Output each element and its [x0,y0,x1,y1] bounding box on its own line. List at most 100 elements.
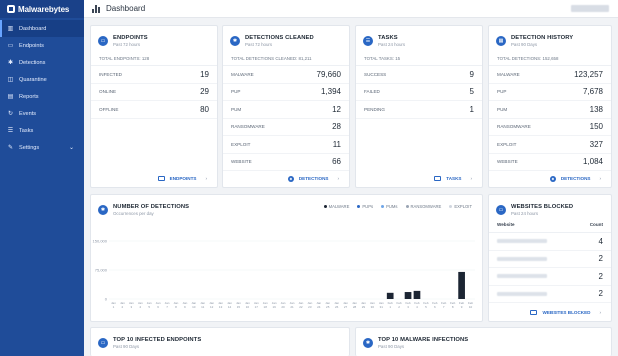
link-label: DETECTIONS [298,176,329,181]
bar-malware [413,290,421,299]
stat-label: PUM [497,106,508,112]
stat-row[interactable]: PUM 138 [489,101,611,119]
stat-row[interactable]: RANSOMWARE 28 [223,119,349,136]
monitor-icon [157,176,165,181]
detection-history-link[interactable]: ✱ DETECTIONS › [489,170,611,187]
legend-dot [405,205,409,208]
endpoint-icon: ▭ [98,337,108,348]
stat-row[interactable]: PENDING 1 [356,101,482,119]
legend-item-pums[interactable]: PUMs [381,204,398,209]
card-total: TOTAL ENDPOINTS: 128 [91,48,217,66]
stat-row[interactable]: MALWARE 123,257 [489,66,611,84]
legend-item-ransomware[interactable]: RANSOMWARE [405,204,441,209]
website-count: 2 [598,271,603,281]
card-title: TOP 10 INFECTED ENDPOINTS [113,336,202,343]
sidebar-item-endpoints[interactable]: ▭ Endpoints [0,37,84,54]
sidebar-item-events[interactable]: ↻ Events [0,105,84,122]
stat-row[interactable]: SUCCESS 9 [356,66,482,84]
legend-item-exploit[interactable]: EXPLOIT [449,204,472,209]
card-header: ✱ TOP 10 MALWARE INFECTIONS Past 90 Days [356,328,611,350]
legend-dot [323,205,327,208]
stat-row[interactable]: PUP 7,678 [489,84,611,101]
stat-label: PUP [497,89,507,95]
card-title: DETECTION HISTORY [511,34,574,41]
stat-label: OFFLINE [99,106,119,112]
detections-link[interactable]: ✱ DETECTIONS › [223,170,349,187]
website-count: 4 [598,236,603,246]
stat-value: 150 [589,122,603,132]
table-row[interactable]: 2 [489,251,611,268]
stat-row[interactable]: PUM 12 [223,101,349,119]
website-icon: ▭ [496,204,506,215]
website-count: 2 [598,289,603,299]
card-title: TASKS [378,34,398,41]
sidebar-item-dashboard[interactable]: ▥ Dashboard [0,20,84,37]
stat-row[interactable]: MALWARE 79,660 [223,66,349,84]
sidebar-item-reports[interactable]: ▤ Reports [0,88,84,105]
stat-row[interactable]: FAILED 5 [356,84,482,101]
column-header-count: Count [589,222,603,227]
websites-blocked-link[interactable]: WEBSITES BLOCKED › [489,304,611,321]
sidebar-item-label: Reports [19,93,39,100]
stat-row[interactable]: EXPLOIT 327 [489,136,611,154]
x-tick-label: 2 [122,305,124,309]
table-row[interactable]: 2 [489,286,611,303]
brand-logo[interactable]: Malwarebytes [0,0,84,18]
sidebar-item-tasks[interactable]: ☰ Tasks [0,122,84,139]
stat-row[interactable]: WEBSITE 1,084 [489,154,611,171]
bar-malware [458,271,465,299]
table-row[interactable]: 4 [489,233,611,251]
detections-icon: ✱ [7,59,14,66]
page-title: Dashboard [106,4,146,13]
endpoints-card: ▭ ENDPOINTS Past 72 hours TOTAL ENDPOINT… [90,25,218,188]
redacted-website [497,239,547,244]
dashboard-icon: ▥ [7,25,14,32]
x-tick-label: 10 [192,305,196,309]
x-tick-label: 8 [452,305,454,309]
detections-chart-card: ✱ NUMBER OF DETECTIONS Occurrences per d… [90,194,483,322]
stat-label: INFECTED [99,71,122,77]
legend-item-malware[interactable]: MALWARE [323,204,349,209]
column-header-website: Website [497,222,515,227]
stat-row[interactable]: PUP 1,394 [223,84,349,101]
legend-item-pups[interactable]: PUPs [357,204,373,209]
stat-value: 123,257 [574,69,603,79]
brand-name: Malwarebytes [18,4,70,14]
detections-icon: ✱ [549,175,556,182]
stat-row[interactable]: RANSOMWARE 150 [489,119,611,136]
tasks-card: ☰ TASKS Past 24 hours TOTAL TASKS: 15 SU… [355,25,483,188]
link-label: WEBSITES BLOCKED [542,310,591,315]
sidebar-item-detections[interactable]: ✱ Detections [0,54,84,71]
quarantine-icon: ◫ [7,76,14,83]
detections-chart: 150,00075,0000Jan1Jan2Jan3Jan4Jan5Jan6Ja… [93,239,475,309]
malware-icon: ✱ [363,337,373,348]
endpoint-icon: ▭ [98,35,108,46]
x-tick-label: 26 [335,305,339,309]
sidebar-item-quarantine[interactable]: ◫ Quarantine [0,71,84,88]
top-infected-endpoints-card: ▭ TOP 10 INFECTED ENDPOINTS Past 90 Days [90,327,350,356]
table-row[interactable]: 2 [489,268,611,286]
malwarebytes-logo-icon [7,5,15,13]
sidebar-item-settings[interactable]: ✎ Settings ⌄ [0,139,84,156]
stat-row[interactable]: INFECTED 19 [91,66,217,84]
legend-label: PUPs [362,204,374,209]
tasks-link[interactable]: TASKS › [356,170,482,187]
tasks-icon [434,176,442,181]
stat-value: 12 [332,104,341,114]
detection-history-card: ▦ DETECTION HISTORY Past 90 Days TOTAL D… [488,25,612,188]
user-menu[interactable] [571,5,609,12]
endpoints-link[interactable]: ENDPOINTS › [91,170,217,187]
stat-row[interactable]: OFFLINE 80 [91,101,217,119]
chevron-right-icon: › [470,176,472,181]
stat-row[interactable]: WEBSITE 66 [223,154,349,171]
card-subtitle: Past 90 Days [511,41,538,47]
legend-label: EXPLOIT [454,204,472,209]
stat-value: 1 [469,104,474,114]
website-count: 2 [598,254,603,264]
stat-row[interactable]: EXPLOIT 11 [223,136,349,154]
stat-row[interactable]: ONLINE 29 [91,84,217,101]
events-icon: ↻ [7,110,14,117]
chevron-right-icon: › [599,176,601,181]
stat-value: 138 [589,104,603,114]
monitor-icon: ▭ [7,42,14,49]
